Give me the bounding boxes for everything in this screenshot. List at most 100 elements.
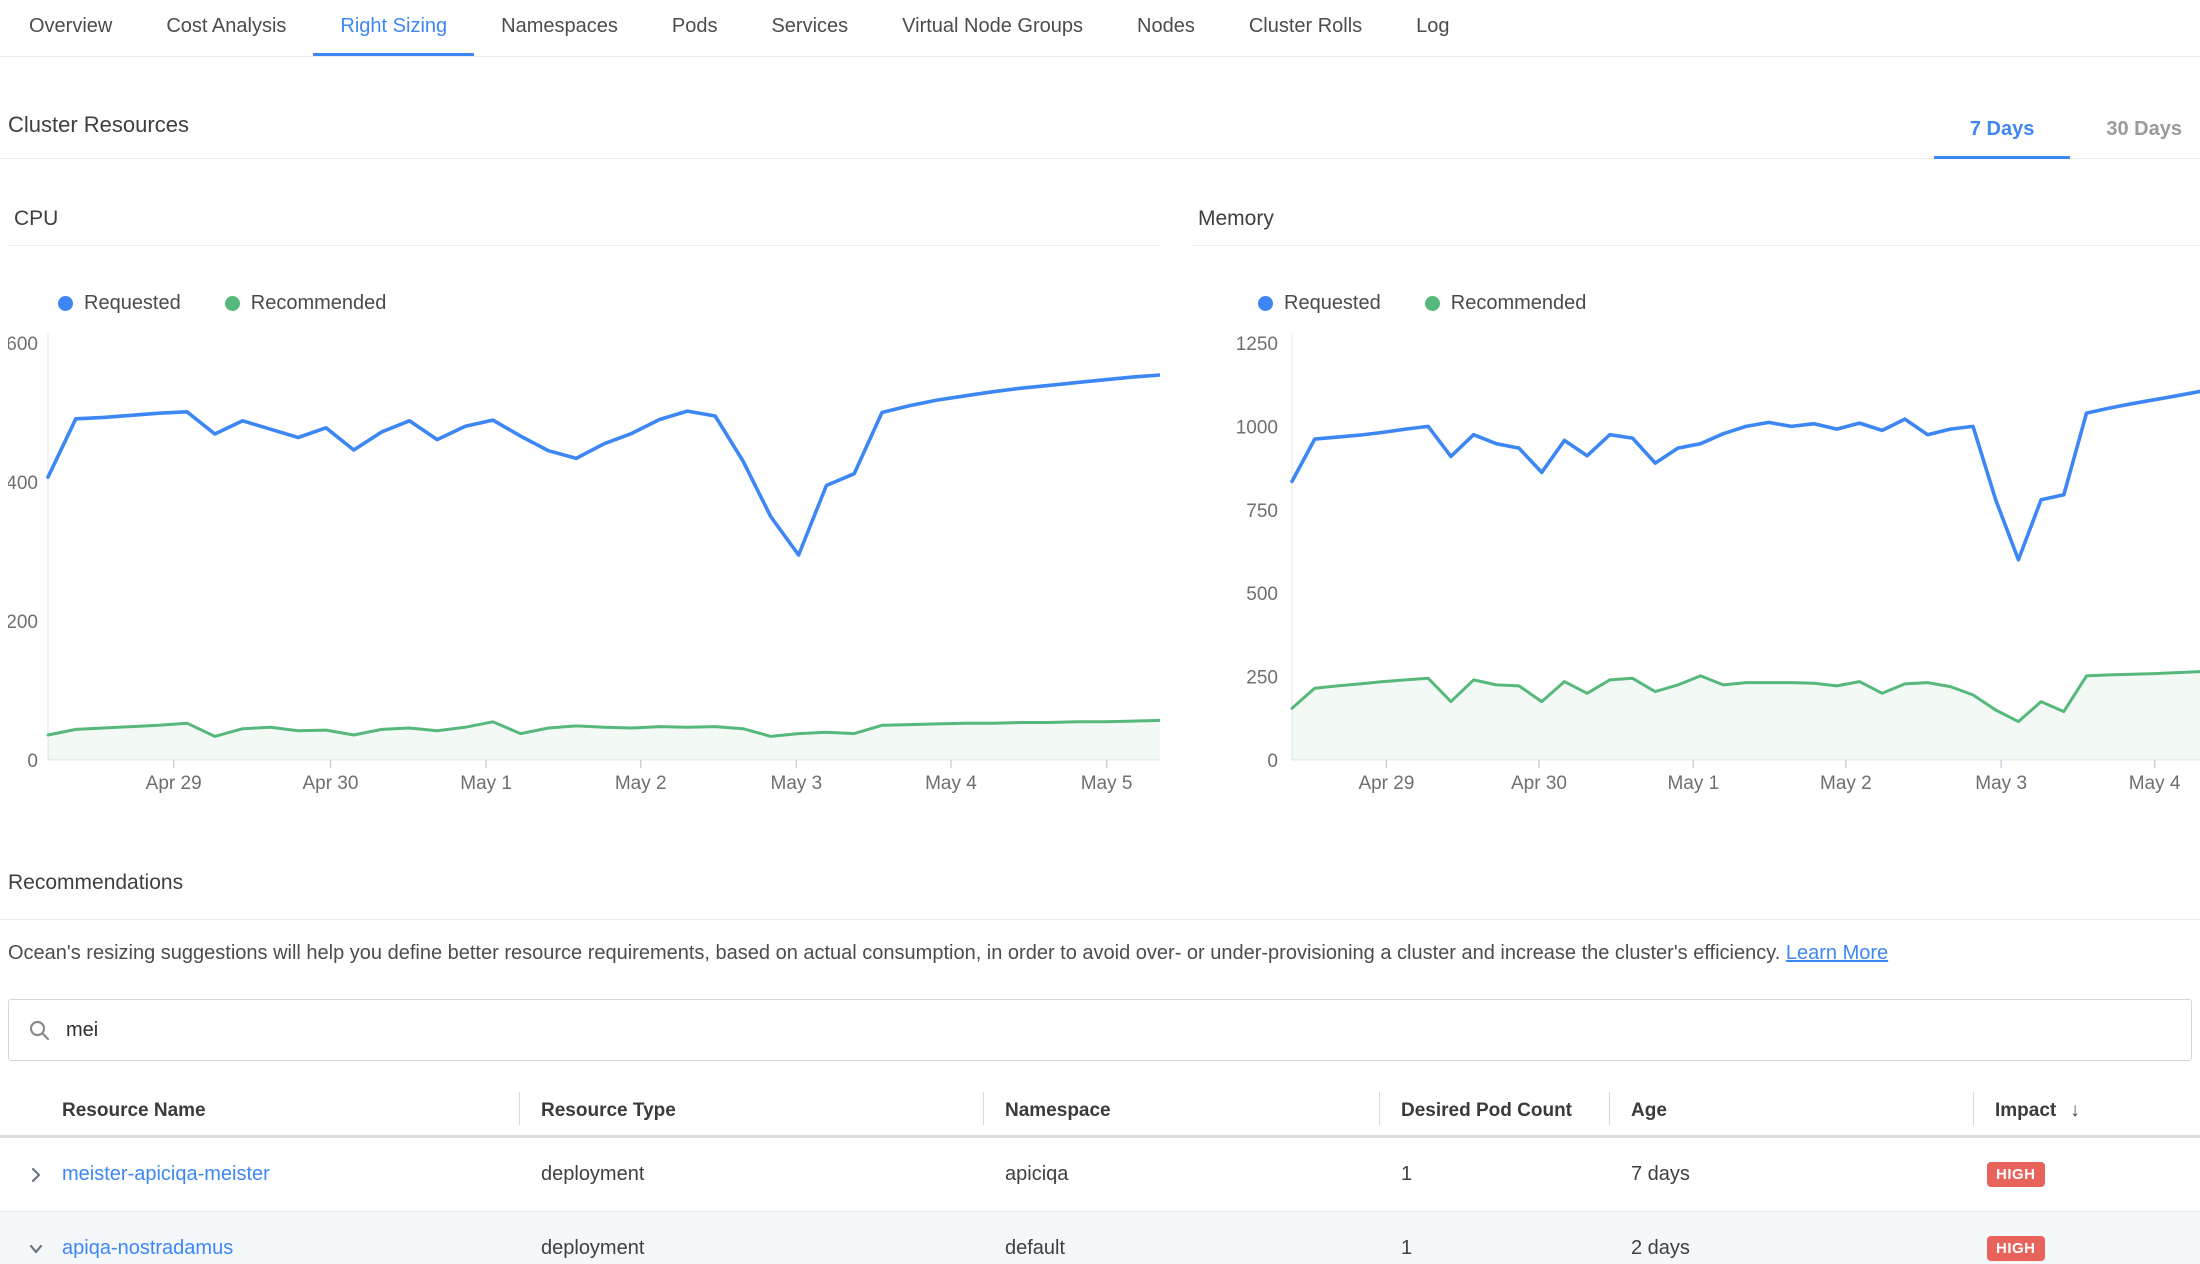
svg-text:200: 200	[8, 612, 38, 633]
svg-text:0: 0	[27, 751, 38, 772]
column-header-label: Resource Type	[541, 1100, 676, 1122]
table-header-row: Resource Name Resource Type Namespace Desir…	[0, 1086, 2200, 1138]
recommended-legend-dot-icon	[225, 296, 240, 311]
svg-text:750: 750	[1246, 501, 1278, 522]
requested-legend-dot-icon	[58, 296, 73, 311]
svg-text:Apr 30: Apr 30	[1511, 773, 1567, 794]
cpu-line-chart: 0 200 400 600 Apr 29 Apr 30 May 1 May 2 May 3 May…	[8, 327, 1160, 805]
table-row-apiqa-nostradamus: apiqa-nostradamus deploymentdefault12 day…	[0, 1212, 2200, 1264]
tab-cluster-rolls[interactable]: Cluster Rolls	[1222, 0, 1389, 56]
svg-text:Apr 30: Apr 30	[302, 773, 358, 794]
column-header-desired-pod-count[interactable]: Desired Pod Count	[1379, 1086, 1609, 1135]
legend-label: Requested	[84, 292, 181, 315]
resource-name-link[interactable]: apiqa-nostradamus	[62, 1237, 233, 1259]
legend-label: Requested	[1284, 292, 1381, 315]
legend-item-requested: Requested	[1258, 292, 1381, 315]
impact-badge: HIGH	[1987, 1236, 2045, 1261]
top-tab-bar: OverviewCost AnalysisRight SizingNamespa…	[0, 0, 2200, 57]
table-body: meister-apiciqa-meisterdeploymentapiciqa…	[0, 1138, 2200, 1264]
search-icon	[27, 1018, 51, 1042]
svg-text:May 2: May 2	[615, 773, 667, 794]
column-header-resource-type[interactable]: Resource Type	[519, 1086, 983, 1135]
column-header-namespace[interactable]: Namespace	[983, 1086, 1379, 1135]
svg-text:0: 0	[1267, 751, 1278, 772]
svg-text:May 3: May 3	[771, 773, 823, 794]
svg-text:May 1: May 1	[460, 773, 512, 794]
svg-text:May 3: May 3	[1975, 773, 2027, 794]
impact-badge: HIGH	[1987, 1162, 2045, 1187]
svg-text:Apr 29: Apr 29	[146, 773, 202, 794]
memory-chart-legend: Requested Recommended	[1258, 292, 2200, 315]
recommendations-title: Recommendations	[8, 871, 2200, 919]
resource-name-link[interactable]: meister-apiciqa-meister	[62, 1163, 270, 1185]
recommendations-header: Recommendations	[0, 871, 2200, 920]
svg-text:May 5: May 5	[1081, 773, 1133, 794]
search-input[interactable]	[66, 1019, 2173, 1042]
recommendations-description-text: Ocean's resizing suggestions will help y…	[8, 942, 1780, 964]
age-cell: 2 days	[1609, 1237, 1973, 1260]
cpu-chart-legend: Requested Recommended	[58, 292, 1160, 315]
column-header-label: Resource Name	[62, 1100, 206, 1122]
resource-type-cell: deployment	[519, 1237, 983, 1260]
cpu-chart-title: CPU	[8, 207, 1160, 246]
requested-legend-dot-icon	[1258, 296, 1273, 311]
tab-virtual-node-groups[interactable]: Virtual Node Groups	[875, 0, 1110, 56]
memory-line-chart: 0 250 500 750 1000 1250 Apr 29 Apr 30 May 1 May 2…	[1192, 327, 2200, 805]
legend-item-recommended: Recommended	[225, 292, 387, 315]
tab-cost-analysis[interactable]: Cost Analysis	[139, 0, 313, 56]
chevron-down-icon[interactable]	[26, 1239, 46, 1259]
svg-text:250: 250	[1246, 668, 1278, 689]
svg-text:May 2: May 2	[1820, 773, 1872, 794]
svg-text:1250: 1250	[1236, 334, 1278, 355]
age-cell: 7 days	[1609, 1163, 1973, 1186]
column-header-resource-name[interactable]: Resource Name	[62, 1086, 519, 1135]
tab-overview[interactable]: Overview	[2, 0, 139, 56]
column-header-label: Age	[1631, 1100, 1667, 1122]
tab-right-sizing[interactable]: Right Sizing	[313, 0, 474, 56]
charts-row: CPU Requested Recommended 0 200 400 600 Apr 2…	[0, 207, 2200, 805]
tab-log[interactable]: Log	[1389, 0, 1476, 56]
svg-text:May 4: May 4	[2129, 773, 2181, 794]
column-header-label: Namespace	[1005, 1100, 1111, 1122]
svg-text:400: 400	[8, 473, 38, 494]
search-box	[8, 999, 2192, 1061]
learn-more-link[interactable]: Learn More	[1786, 942, 1888, 964]
desired-pod-count-cell: 1	[1379, 1237, 1609, 1260]
cluster-resources-header: Cluster Resources 7 Days30 Days	[0, 112, 2200, 159]
sort-descending-icon[interactable]: ↓	[2070, 1100, 2080, 1122]
svg-text:600: 600	[8, 334, 38, 355]
recommendations-description: Ocean's resizing suggestions will help y…	[0, 942, 2200, 965]
chevron-right-icon[interactable]	[26, 1165, 46, 1185]
svg-text:1000: 1000	[1236, 417, 1278, 438]
tab-nodes[interactable]: Nodes	[1110, 0, 1222, 56]
legend-item-recommended: Recommended	[1425, 292, 1587, 315]
column-header-label: Desired Pod Count	[1401, 1100, 1572, 1122]
namespace-cell: default	[983, 1237, 1379, 1260]
namespace-cell: apiciqa	[983, 1163, 1379, 1186]
tab-pods[interactable]: Pods	[645, 0, 745, 56]
time-range-tabs: 7 Days30 Days	[1934, 118, 2200, 158]
resource-type-cell: deployment	[519, 1163, 983, 1186]
desired-pod-count-cell: 1	[1379, 1163, 1609, 1186]
memory-chart-title: Memory	[1192, 207, 2200, 246]
legend-item-requested: Requested	[58, 292, 181, 315]
recommendations-table: Resource Name Resource Type Namespace Desir…	[0, 1086, 2200, 1264]
svg-text:Apr 29: Apr 29	[1358, 773, 1414, 794]
range-tab-7-days[interactable]: 7 Days	[1934, 118, 2071, 159]
range-tab-30-days[interactable]: 30 Days	[2070, 118, 2200, 159]
cpu-chart-panel: CPU Requested Recommended 0 200 400 600 Apr 2…	[8, 207, 1160, 805]
cluster-resources-title: Cluster Resources	[8, 112, 189, 158]
tab-services[interactable]: Services	[744, 0, 875, 56]
column-header-age[interactable]: Age	[1609, 1086, 1973, 1135]
recommended-legend-dot-icon	[1425, 296, 1440, 311]
column-header-impact[interactable]: Impact ↓	[1973, 1086, 2200, 1135]
table-row-meister-apiciqa-meister: meister-apiciqa-meister deploymentapiciqa…	[0, 1138, 2200, 1212]
svg-text:May 4: May 4	[925, 773, 977, 794]
tab-namespaces[interactable]: Namespaces	[474, 0, 645, 56]
svg-text:May 1: May 1	[1667, 773, 1719, 794]
memory-chart-panel: Memory Requested Recommended 0 250 500 750 10…	[1192, 207, 2200, 805]
column-header-label: Impact	[1995, 1100, 2056, 1122]
legend-label: Recommended	[251, 292, 387, 315]
legend-label: Recommended	[1451, 292, 1587, 315]
svg-text:500: 500	[1246, 584, 1278, 605]
